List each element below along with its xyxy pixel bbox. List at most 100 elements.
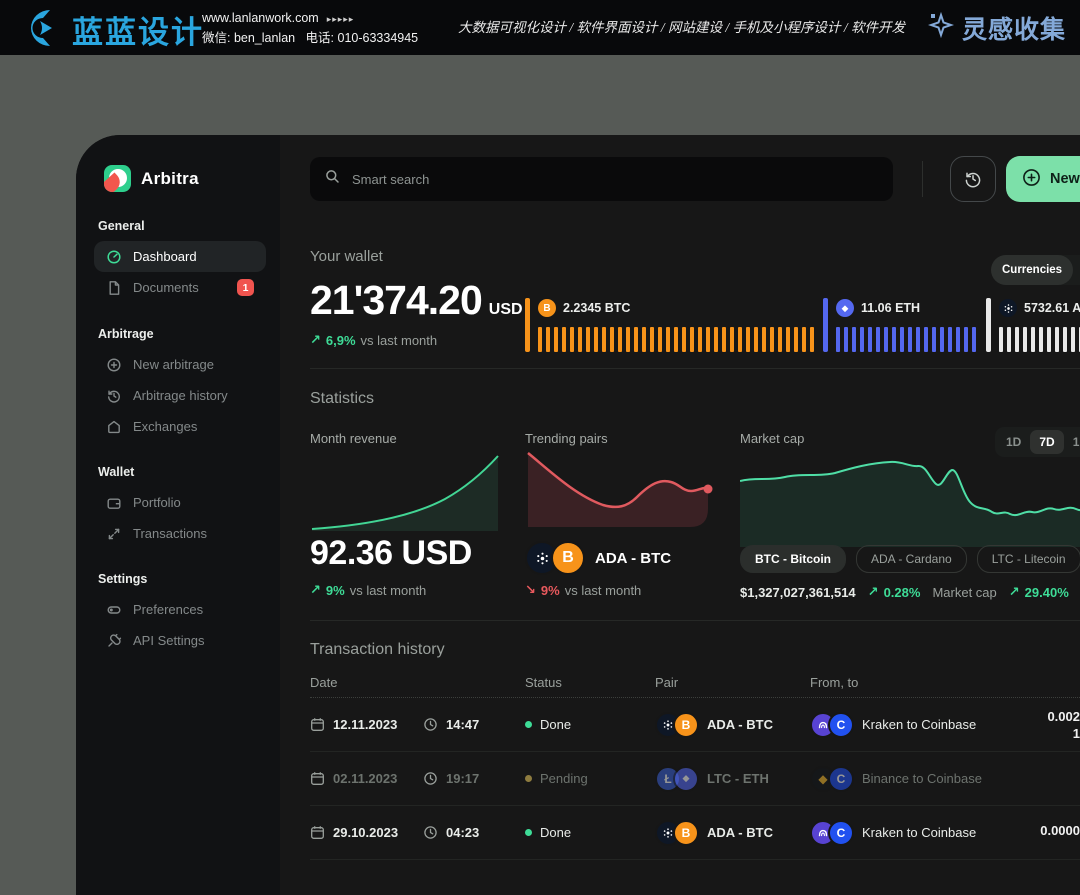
sidebar-item-transactions[interactable]: Transactions: [94, 518, 266, 549]
site-wechat: 微信: ben_lanlan: [202, 31, 295, 45]
up-arrow-icon: ↗: [310, 582, 321, 598]
status-dot-done: [525, 829, 532, 836]
status-dot-done: [525, 721, 532, 728]
sparkle-star-icon: [928, 12, 954, 43]
ada-ticks: [999, 327, 1080, 352]
ada-icon: [999, 299, 1017, 317]
sidebar-item-preferences[interactable]: Preferences: [94, 594, 266, 625]
search-icon: [325, 169, 340, 189]
month-revenue-label: Month revenue: [310, 431, 397, 446]
document-icon: [106, 280, 122, 296]
trending-pairs-chart: [525, 447, 715, 531]
transfer-arrows-icon: [106, 526, 122, 542]
sidebar-item-new-arbitrage[interactable]: New arbitrage: [94, 349, 266, 380]
speedometer-icon: [106, 249, 122, 265]
exchange-house-icon: [106, 419, 122, 435]
dashboard-app: Arbitra General Dashboard Documents 1 Ar…: [76, 135, 1080, 895]
exchange-icons: C: [810, 820, 854, 846]
pair-icons: Ł ◆: [655, 766, 699, 792]
btc-ticks: [538, 327, 815, 352]
btc-icon: B: [538, 299, 556, 317]
pill-ada-cardano[interactable]: ADA - Cardano: [856, 545, 967, 573]
amount-cell: 0.0021: [1032, 708, 1080, 742]
eth-segment: ◆11.06 ETH: [823, 298, 978, 352]
search-input[interactable]: [350, 171, 878, 188]
section-divider: [310, 620, 1080, 621]
site-url[interactable]: www.lanlanwork.com: [202, 11, 319, 25]
sidebar-item-portfolio[interactable]: Portfolio: [94, 487, 266, 518]
market-cap-label: Market cap: [740, 431, 804, 446]
plug-icon: [106, 633, 122, 649]
col-from-to: From, to: [810, 675, 858, 690]
sidebar-item-arbitrage-history[interactable]: Arbitrage history: [94, 380, 266, 411]
wallet-section-title: Your wallet: [310, 248, 383, 265]
notification-badge: 1: [237, 279, 254, 296]
arbitra-logo-icon: [104, 165, 131, 192]
pair-icons: B: [525, 541, 585, 575]
eth-icon: ◆: [836, 299, 854, 317]
app-brand-name: Arbitra: [141, 169, 199, 189]
new-arbitrage-button[interactable]: New arbitrage: [1006, 156, 1080, 202]
screen: { "site_header": { "brand": "蓝蓝设计", "url…: [0, 0, 1080, 867]
sidebar: Arbitra General Dashboard Documents 1 Ar…: [76, 135, 280, 895]
exchange-icons: ◆ C: [810, 766, 854, 792]
amount-cell: 0.0000: [1032, 822, 1080, 839]
sidebar-item-documents[interactable]: Documents 1: [94, 272, 266, 303]
site-contact: www.lanlanwork.com▸▸▸▸▸ 微信: ben_lanlan 电…: [202, 9, 418, 48]
segment-start-bar: [823, 298, 828, 352]
site-phone: 电话: 010-63334945: [306, 31, 419, 45]
lanlan-logo-icon: [16, 8, 62, 53]
exchange-icons: C: [810, 712, 854, 738]
plus-circle-icon: [1022, 168, 1041, 191]
pill-btc-bitcoin[interactable]: BTC - Bitcoin: [740, 545, 846, 573]
month-revenue-change: ↗9% vs last month: [310, 582, 426, 598]
topbar-divider: [922, 161, 923, 197]
history-button[interactable]: [950, 156, 996, 202]
down-arrow-icon: ↘: [525, 582, 536, 598]
table-row[interactable]: 02.11.2023 19:17 Pending Ł ◆ LTC - ETH ◆…: [310, 752, 1080, 806]
range-1m[interactable]: 1M: [1064, 430, 1080, 454]
sidebar-item-api-settings[interactable]: API Settings: [94, 625, 266, 656]
table-row[interactable]: 29.10.2023 04:23 Done B ADA - BTC C Krak…: [310, 806, 1080, 860]
toggle-icon: [106, 602, 122, 618]
sidebar-section-general: General Dashboard Documents 1: [94, 219, 266, 303]
range-selector: 1D 7D 1M: [995, 427, 1080, 457]
coinbase-icon: C: [828, 766, 854, 792]
table-row[interactable]: 12.11.2023 14:47 Done B ADA - BTC C Krak…: [310, 698, 1080, 752]
toggle-currencies[interactable]: Currencies: [991, 255, 1073, 285]
segment-start-bar: [986, 298, 991, 352]
ada-segment: 5732.61 ADA: [986, 298, 1080, 352]
calendar-icon: [310, 771, 325, 786]
calendar-icon: [310, 825, 325, 840]
app-logo: Arbitra: [104, 165, 199, 192]
statistics-section-title: Statistics: [310, 390, 374, 408]
range-7d[interactable]: 7D: [1030, 430, 1063, 454]
btc-icon: B: [673, 820, 699, 846]
inspiration-collect[interactable]: 灵感收集: [928, 0, 1066, 55]
btc-icon: B: [551, 541, 585, 575]
pair-icons: B: [655, 820, 699, 846]
segment-start-bar: [525, 298, 530, 352]
up-arrow-icon: ↗: [1009, 584, 1020, 600]
pair-icons: B: [655, 712, 699, 738]
sidebar-item-exchanges[interactable]: Exchanges: [94, 411, 266, 442]
search-bar[interactable]: [310, 157, 893, 201]
eth-icon: ◆: [673, 766, 699, 792]
toggle-exchanges[interactable]: Exchanges: [1073, 255, 1080, 285]
month-revenue-chart: [310, 453, 500, 531]
site-brand: 蓝蓝设计: [72, 7, 204, 52]
sidebar-item-dashboard[interactable]: Dashboard: [94, 241, 266, 272]
site-services: 大数据可视化设计 / 软件界面设计 / 网站建设 / 手机及小程序设计 / 软件…: [458, 0, 905, 55]
wallet-balance: 21'374.20USD: [310, 277, 523, 324]
sidebar-section-wallet: Wallet Portfolio Transactions: [94, 465, 266, 549]
btc-icon: B: [673, 712, 699, 738]
col-date: Date: [310, 675, 337, 690]
trending-pair-change: ↘9% vs last month: [525, 582, 641, 598]
pill-ltc-litecoin[interactable]: LTC - Litecoin: [977, 545, 1080, 573]
col-pair: Pair: [655, 675, 678, 690]
btc-segment: B2.2345 BTC: [525, 298, 815, 352]
range-1d[interactable]: 1D: [997, 430, 1030, 454]
wallet-change: ↗6,9% vs last month: [310, 332, 437, 348]
site-header: 蓝蓝设计 www.lanlanwork.com▸▸▸▸▸ 微信: ben_lan…: [0, 0, 1080, 55]
up-arrow-icon: ↗: [868, 584, 879, 600]
